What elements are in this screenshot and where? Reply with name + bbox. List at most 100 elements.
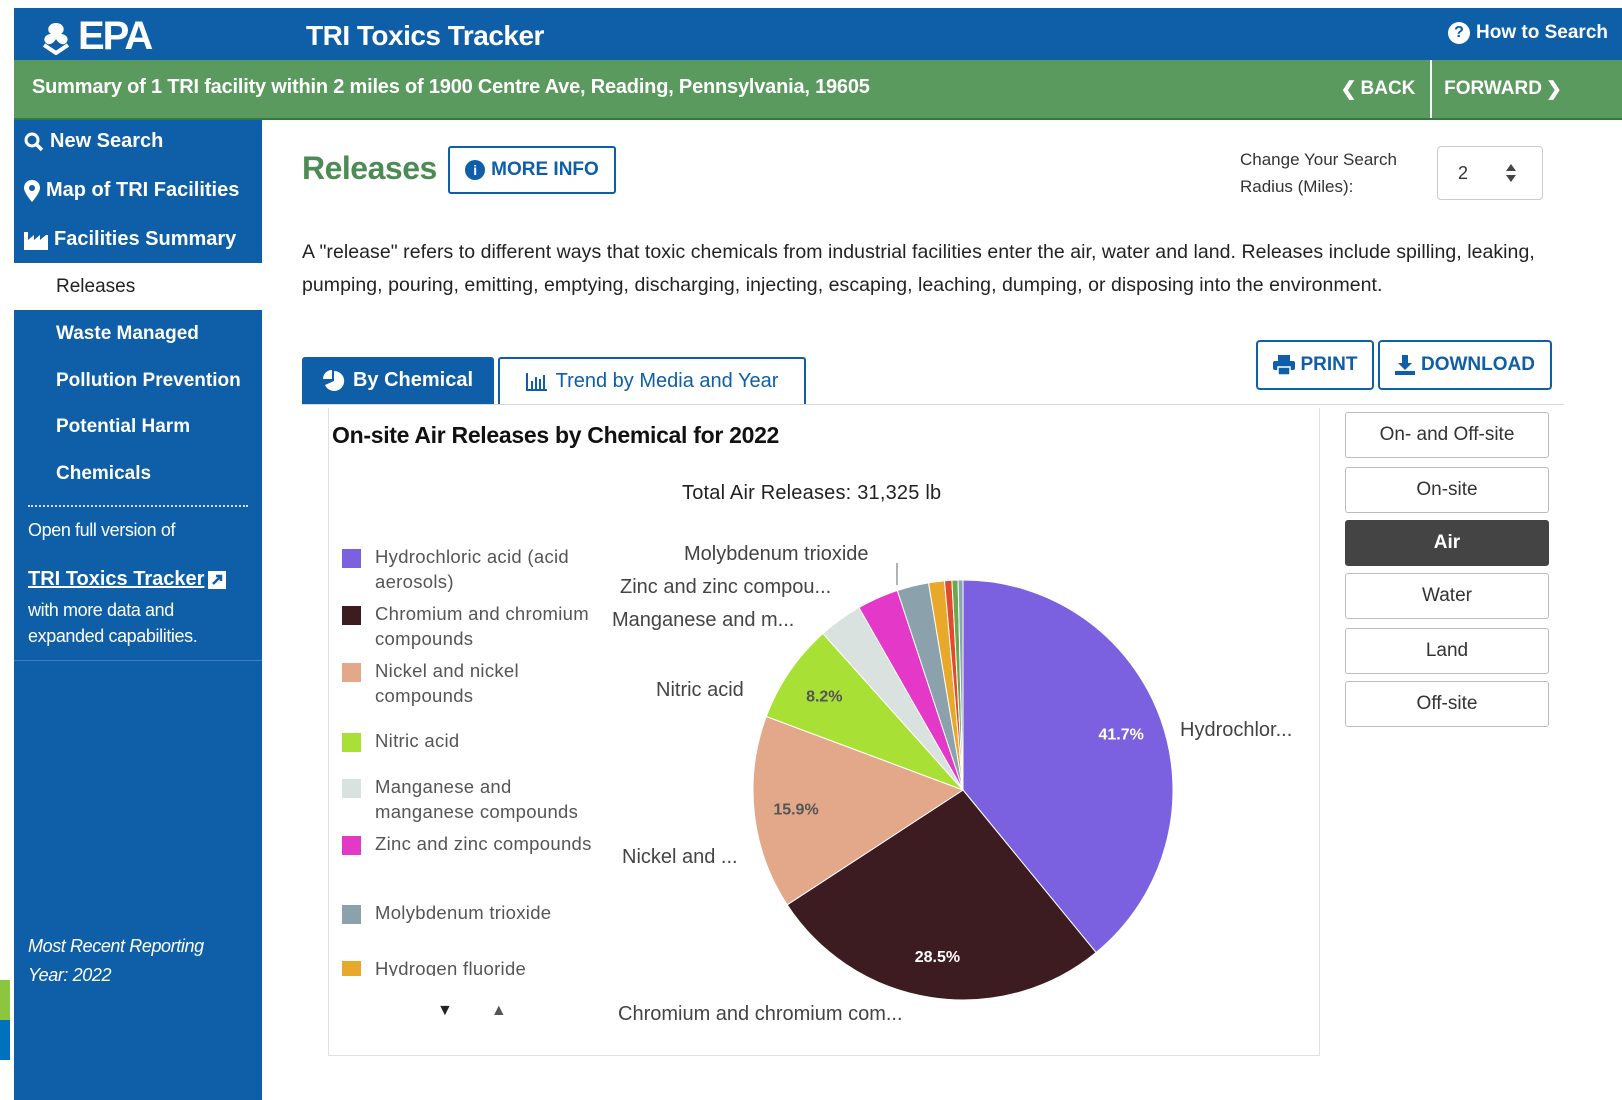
legend-item[interactable]: Hydrogen fluoride [342,956,605,976]
tab-divider [302,404,1564,405]
how-to-search-link[interactable]: ? How to Search [1448,22,1608,44]
print-label: PRINT [1300,354,1358,375]
legend-swatch [342,606,361,625]
slice-percent-label: 8.2% [806,688,842,705]
search-radius-input[interactable]: 2 [1437,146,1543,200]
printer-icon [1272,355,1295,375]
legend-scroll-up-icon[interactable]: ▲ [491,1002,507,1020]
filter-on-and-off-site-button[interactable]: On- and Off-site [1345,412,1549,458]
legend-label: Manganese and manganese compounds [375,776,579,822]
legend-item[interactable]: Molybdenum trioxide [342,900,605,925]
more-info-button[interactable]: i MORE INFO [448,146,616,194]
left-gutter [0,0,14,1100]
filter-land-button[interactable]: Land [1345,628,1549,674]
radius-label-line: Change Your Search [1240,150,1397,169]
download-icon [1395,355,1415,375]
chevron-right-icon: ❯ [1545,78,1562,100]
slice-percent-label: 15.9% [773,802,818,819]
legend-swatch [342,663,361,682]
slice-percent-label: 41.7% [1099,727,1144,744]
download-label: DOWNLOAD [1421,354,1535,375]
sidebar-new-search[interactable]: New Search [24,130,163,153]
facilities-summary-label: Facilities Summary [54,228,237,250]
tab-by-chemical[interactable]: By Chemical [302,357,494,404]
tri-toxics-tracker-link[interactable]: TRI Toxics Tracker [28,568,227,591]
sidebar-map[interactable]: Map of TRI Facilities [24,179,239,202]
gutter-accent [0,980,10,1020]
forward-label: FORWARD [1444,78,1542,99]
filter-off-site-button[interactable]: Off-site [1345,681,1549,727]
recent-year-line: Year: 2022 [28,965,112,985]
filter-air-button[interactable]: Air [1345,520,1549,566]
filter-label: Water [1422,585,1472,606]
legend-item[interactable]: Zinc and zinc compounds [342,831,605,856]
radius-label-line: Radius (Miles): [1240,177,1354,196]
radius-label: Change Your Search Radius (Miles): [1240,146,1420,200]
question-icon: ? [1448,22,1471,44]
legend-label: Zinc and zinc compounds [375,833,592,854]
filter-water-button[interactable]: Water [1345,573,1549,619]
legend-swatch [342,549,361,568]
print-button[interactable]: PRINT [1256,340,1374,390]
pie-chart: 41.7% Hydrochlor... 28.5% Chromium and chro… [612,543,1292,1025]
filter-label: Air [1433,532,1461,553]
map-label: Map of TRI Facilities [46,179,240,201]
legend-swatch [342,779,361,798]
recent-year-line: Most Recent Reporting [28,936,204,956]
download-button[interactable]: DOWNLOAD [1378,340,1552,390]
tab-label: Trend by Media and Year [555,370,779,392]
sidebar-item-pollution-prevention[interactable]: Pollution Prevention [14,357,262,404]
factory-icon [24,231,48,250]
tracker-link-label: TRI Toxics Tracker [28,568,205,590]
legend-label: Nickel and nickel compounds [375,660,519,706]
recent-reporting-year: Most Recent Reporting Year: 2022 [28,932,204,990]
expanded-capabilities-text: expanded capabilities. [28,626,198,646]
legend-item[interactable]: Nitric acid [342,728,605,753]
how-to-search-label: How to Search [1476,22,1608,43]
gutter-accent [0,1020,10,1060]
filter-on-site-button[interactable]: On-site [1345,467,1549,513]
sidebar-item-label: Chemicals [56,462,152,484]
sidebar-item-label: Releases [56,275,136,297]
legend-item[interactable]: Manganese and manganese compounds [342,774,605,824]
legend-label: Chromium and chromium compounds [375,603,589,649]
bar-chart-icon [525,372,547,391]
external-link-icon [208,570,227,589]
spinner-arrows-icon[interactable] [1504,160,1518,186]
search-icon [24,132,44,151]
info-icon: i [465,160,486,180]
legend-scroll-down-icon[interactable]: ▼ [437,1002,453,1020]
logo-text: EPA [78,14,153,58]
sidebar-item-waste-managed[interactable]: Waste Managed [14,310,262,357]
legend-label: Hydrochloric acid (acid aerosols) [375,546,570,592]
legend-swatch [342,836,361,855]
sidebar-facilities-summary[interactable]: Facilities Summary [24,228,236,251]
more-data-text: with more data and [28,600,174,620]
back-button[interactable]: ❮ BACK [1326,60,1432,118]
app-title: TRI Toxics Tracker [306,20,544,51]
sidebar-item-chemicals[interactable]: Chemicals [14,450,262,497]
slice-percent-label: 28.5% [915,949,960,966]
legend-label: Hydrogen fluoride [375,958,527,976]
map-marker-icon [24,179,40,202]
chart-subtitle: Total Air Releases: 31,325 lb [682,482,942,504]
legend-item[interactable]: Hydrochloric acid (acid aerosols) [342,544,605,594]
sidebar-item-releases[interactable]: Releases [14,263,262,310]
top-header: EPA TRI Toxics Tracker ? How to Search [14,8,1622,60]
summary-bar: Summary of 1 TRI facility within 2 miles… [14,60,1622,120]
legend-swatch [342,733,361,752]
sidebar: New Search Map of TRI Facilities Facilit… [14,120,262,1100]
legend-item[interactable]: Chromium and chromium compounds [342,601,605,651]
open-full-version-text: Open full version of [28,520,176,540]
legend-pager: ▼ ▲ [437,1002,507,1020]
tab-trend-by-media-and-year[interactable]: Trend by Media and Year [498,357,806,404]
legend-item[interactable]: Nickel and nickel compounds [342,658,605,708]
epa-logo[interactable]: EPA [38,14,153,59]
sidebar-item-potential-harm[interactable]: Potential Harm [14,403,262,450]
forward-button[interactable]: FORWARD ❯ [1438,60,1568,118]
radius-value: 2 [1458,162,1469,183]
chevron-left-icon: ❮ [1340,78,1357,100]
slice-outer-label: Chromium and chromium com... [618,1003,903,1025]
legend-swatch [342,961,361,976]
page-title: Releases [302,150,437,186]
